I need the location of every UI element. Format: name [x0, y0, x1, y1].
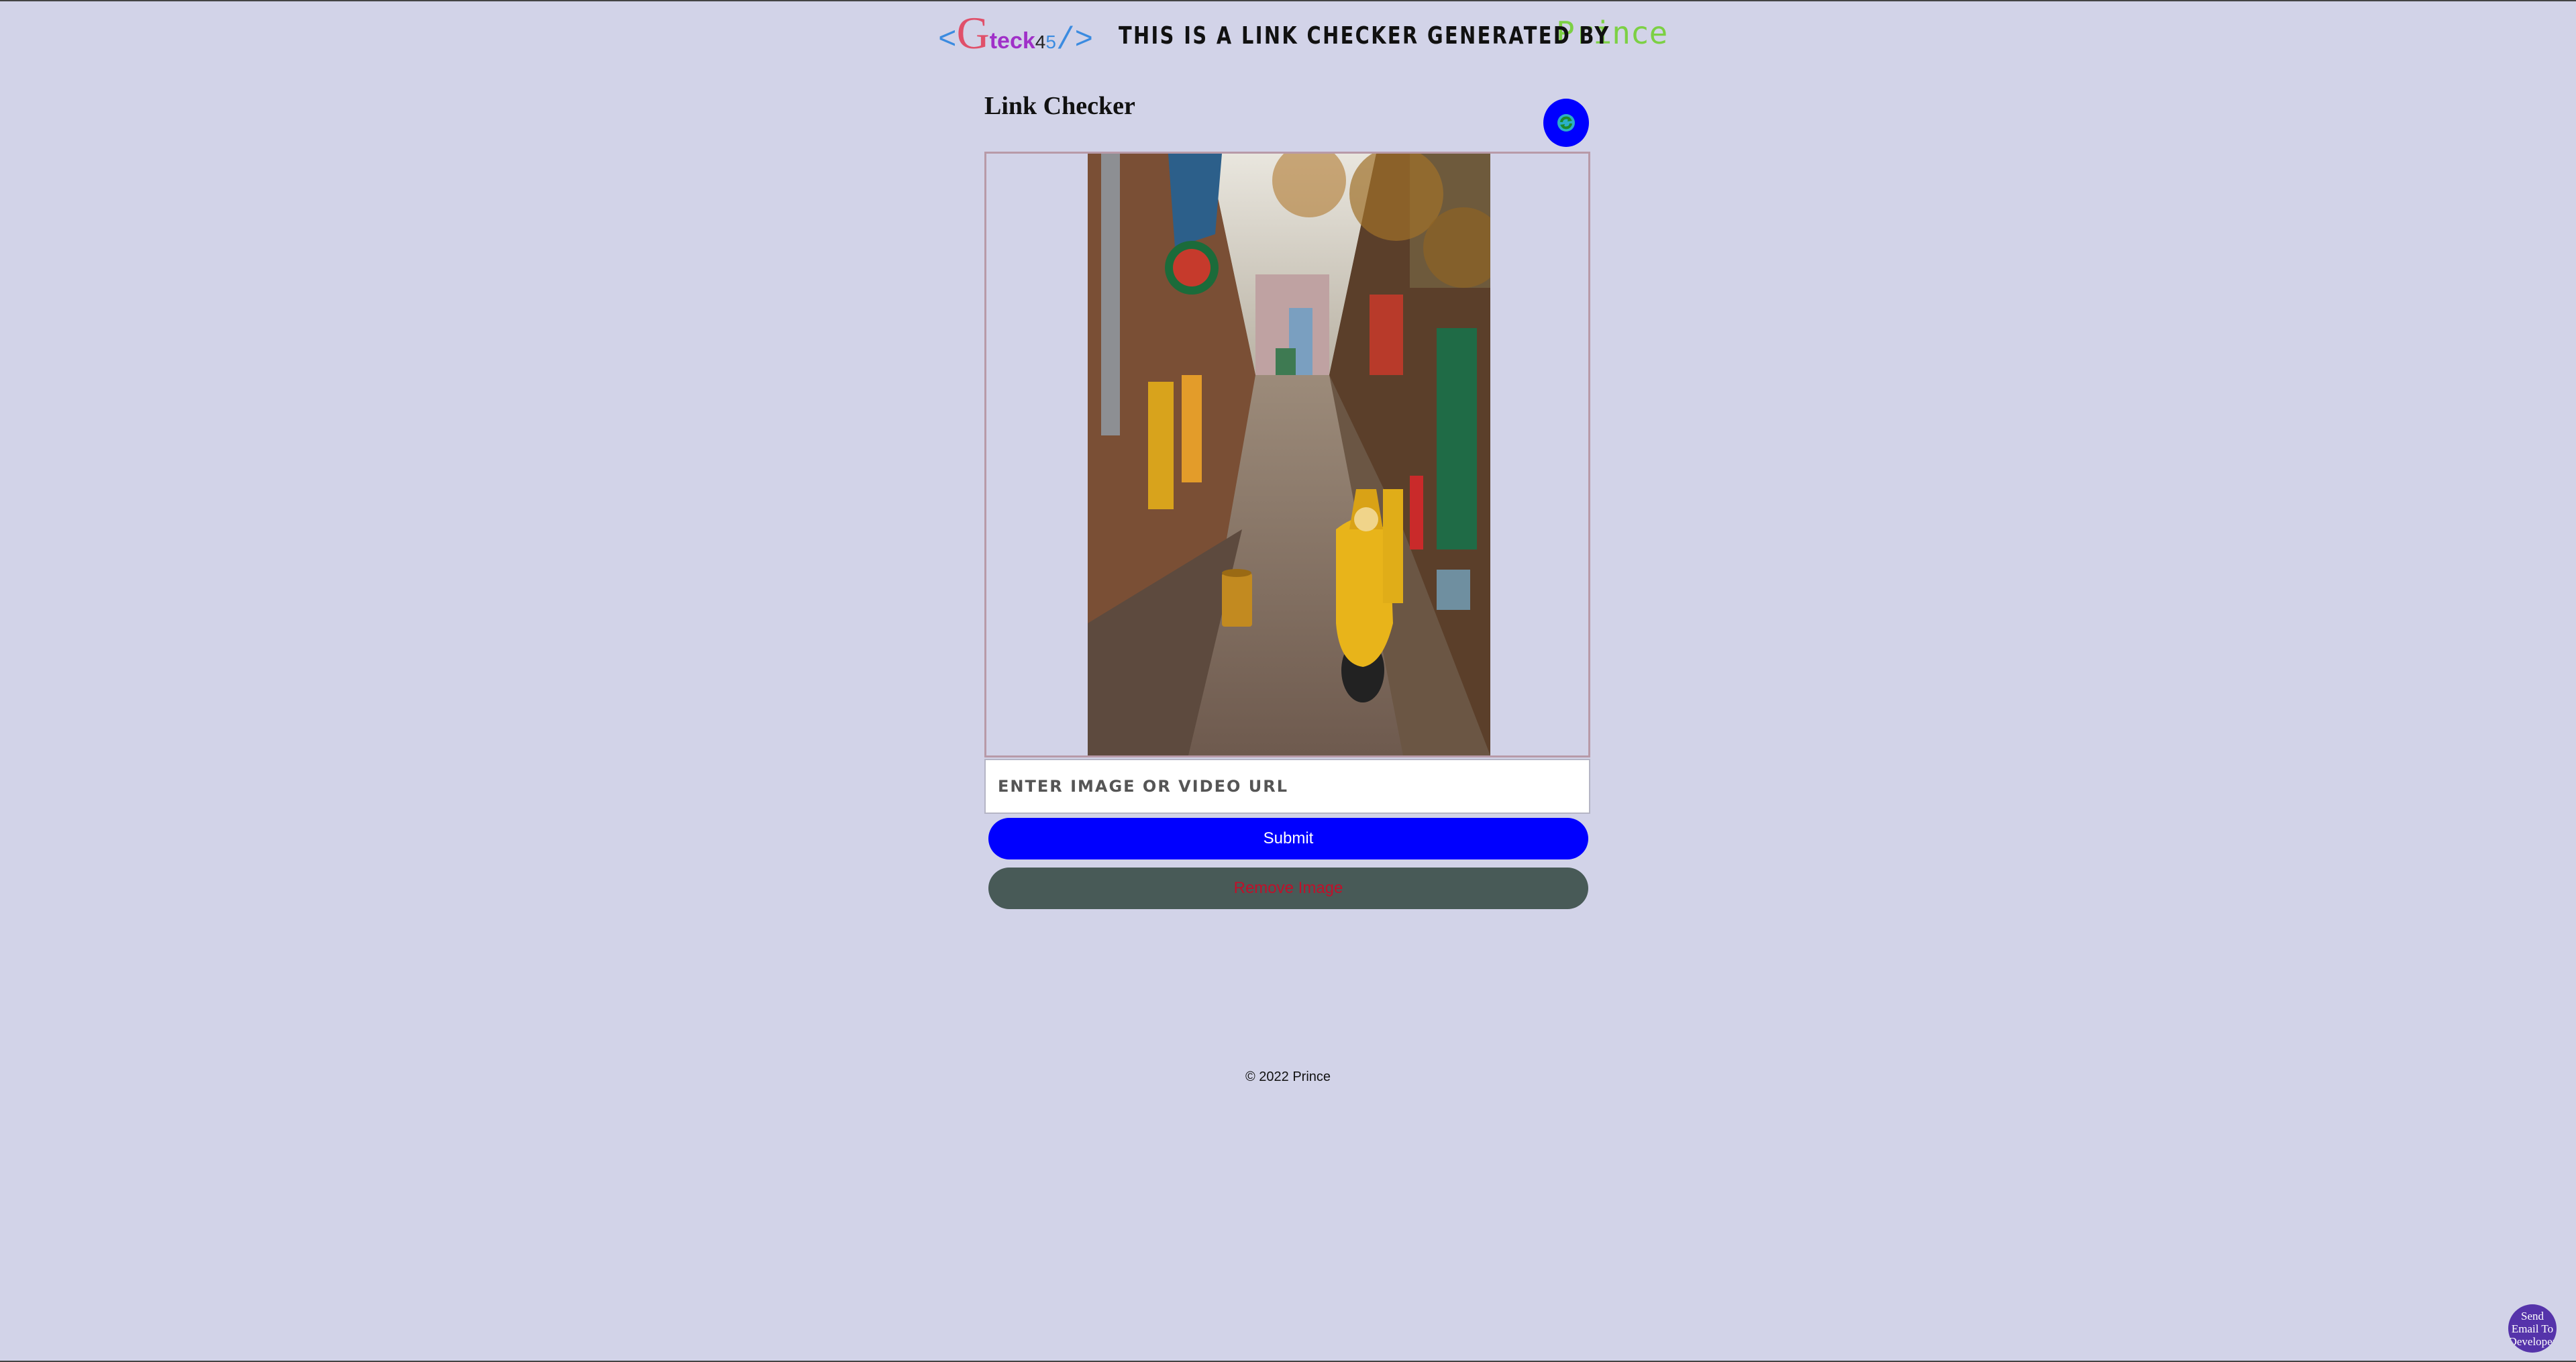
top-banner: < G teck 4 5 /> THIS IS A LINK CHECKER G…: [938, 7, 1667, 58]
submit-button[interactable]: Submit: [988, 818, 1588, 859]
url-input[interactable]: [984, 759, 1590, 814]
page-title: Link Checker: [984, 92, 1135, 120]
logo-digit-4: 4: [1035, 31, 1046, 52]
logo-close-bracket: />: [1055, 22, 1094, 58]
logo-digit-5: 5: [1045, 31, 1056, 52]
logo-open-bracket: <: [938, 22, 957, 58]
refresh-button[interactable]: [1543, 99, 1589, 147]
footer-copyright: © 2022 Prince: [1245, 1069, 1331, 1084]
headline-text: THIS IS A LINK CHECKER GENERATED BY: [1119, 22, 1610, 50]
image-preview-frame: [984, 152, 1590, 757]
remove-image-button[interactable]: Remove Image: [988, 868, 1588, 909]
site-logo[interactable]: < G teck 4 5 />: [938, 7, 1093, 60]
logo-letter-g: G: [956, 7, 990, 58]
banner-headline: THIS IS A LINK CHECKER GENERATED BY Prin…: [1119, 15, 1667, 51]
street-scooter-photo: [1088, 154, 1490, 755]
send-email-button[interactable]: Send Email To Developer: [2508, 1304, 2557, 1353]
refresh-icon: [1557, 114, 1575, 132]
logo-teck: teck: [989, 28, 1035, 54]
preview-image: [1088, 154, 1490, 755]
